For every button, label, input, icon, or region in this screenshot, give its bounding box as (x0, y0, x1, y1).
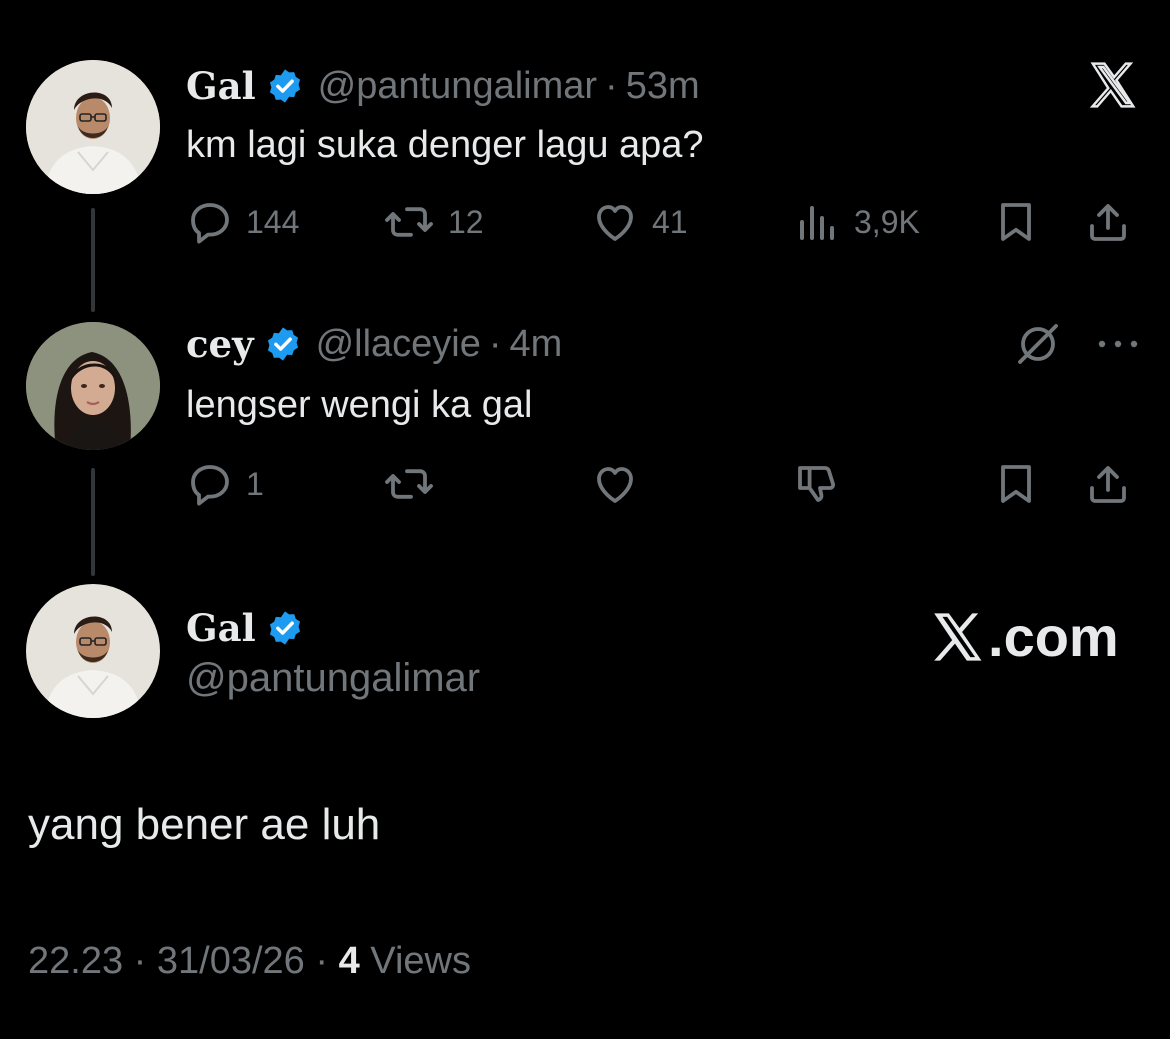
author-handle[interactable]: @llaceyie (316, 322, 481, 366)
main-tweet-text: yang bener ae luh (28, 800, 381, 849)
views-chart-icon (800, 206, 834, 240)
x-com-text: . (988, 605, 1004, 668)
share-button[interactable] (1084, 460, 1132, 508)
reply-icon (191, 465, 229, 506)
bookmark-button[interactable] (992, 460, 1040, 508)
tweet-text: lengser wengi ka gal (186, 384, 533, 426)
tweet-1-actions: 144 12 41 3,9K (186, 192, 1146, 252)
reply-button[interactable]: 144 (186, 198, 299, 246)
bookmark-icon (1001, 465, 1031, 503)
tweet-time[interactable]: 4m (510, 322, 563, 366)
reply-icon (191, 203, 229, 244)
downvote-button[interactable] (792, 460, 840, 508)
heart-icon (597, 205, 633, 241)
like-button[interactable] (590, 460, 640, 508)
separator-dot: · (488, 323, 502, 365)
x-com-domain: com (1003, 605, 1119, 668)
grok-icon[interactable] (1014, 320, 1062, 368)
tweet-1-header: Gal @pantungalimar · 53m (186, 64, 700, 108)
heart-icon (597, 467, 633, 503)
verified-badge-icon[interactable] (266, 609, 304, 647)
reply-count: 1 (246, 465, 264, 502)
like-button[interactable]: 41 (590, 198, 688, 246)
author-name[interactable]: Gal (186, 606, 256, 650)
views-label: Views (370, 940, 471, 982)
reply-count: 144 (246, 203, 300, 240)
post-date[interactable]: 31/03/26 (157, 940, 305, 982)
separator-dot: · (605, 65, 618, 107)
repost-count: 12 (448, 203, 484, 240)
views-count: 4 (338, 940, 360, 982)
x-logo-icon[interactable] (1084, 58, 1142, 112)
author-handle[interactable]: @pantungalimar (318, 64, 597, 108)
tweet-time[interactable]: 53m (626, 64, 700, 108)
reply-button[interactable]: 1 (186, 460, 264, 508)
thumbs-down-icon (798, 466, 836, 502)
author-name[interactable]: cey (186, 322, 254, 366)
share-icon (1090, 466, 1126, 503)
main-tweet-meta: 22.23 · 31/03/26 · 4 Views (28, 940, 471, 983)
verified-badge-icon[interactable] (266, 67, 304, 105)
x-com-watermark: . com (930, 604, 1119, 669)
verified-badge-icon[interactable] (264, 325, 302, 363)
share-icon (1090, 204, 1126, 241)
separator-dot: · (315, 940, 329, 982)
tweet-2-actions: 1 (186, 454, 1146, 514)
tweet-2-header: cey @llaceyie · 4m (186, 322, 562, 366)
repost-icon (385, 207, 433, 237)
more-options-icon[interactable] (1096, 332, 1140, 356)
repost-icon (385, 469, 433, 499)
thread-connector (91, 468, 95, 576)
views-count: 3,9K (854, 203, 920, 240)
thread-connector (91, 208, 95, 312)
post-time[interactable]: 22.23 (28, 940, 123, 982)
separator-dot: · (133, 940, 147, 982)
avatar-gal[interactable] (26, 60, 160, 194)
share-button[interactable] (1084, 198, 1132, 246)
views-button[interactable]: 3,9K (794, 198, 920, 246)
post-thread-view: Gal @pantungalimar · 53m km lagi suka de… (0, 0, 1170, 1039)
repost-button[interactable] (382, 460, 436, 508)
avatar-gal-main[interactable] (26, 584, 160, 718)
avatar-cey[interactable] (26, 322, 160, 450)
like-count: 41 (652, 203, 688, 240)
author-handle[interactable]: @pantungalimar (186, 656, 480, 701)
bookmark-icon (1001, 203, 1031, 241)
author-name[interactable]: Gal (186, 64, 256, 108)
tweet-text: km lagi suka denger lagu apa? (186, 124, 704, 166)
x-logo-icon (934, 612, 982, 661)
main-tweet-header: Gal (186, 606, 304, 650)
bookmark-button[interactable] (992, 198, 1040, 246)
repost-button[interactable]: 12 (382, 198, 484, 246)
